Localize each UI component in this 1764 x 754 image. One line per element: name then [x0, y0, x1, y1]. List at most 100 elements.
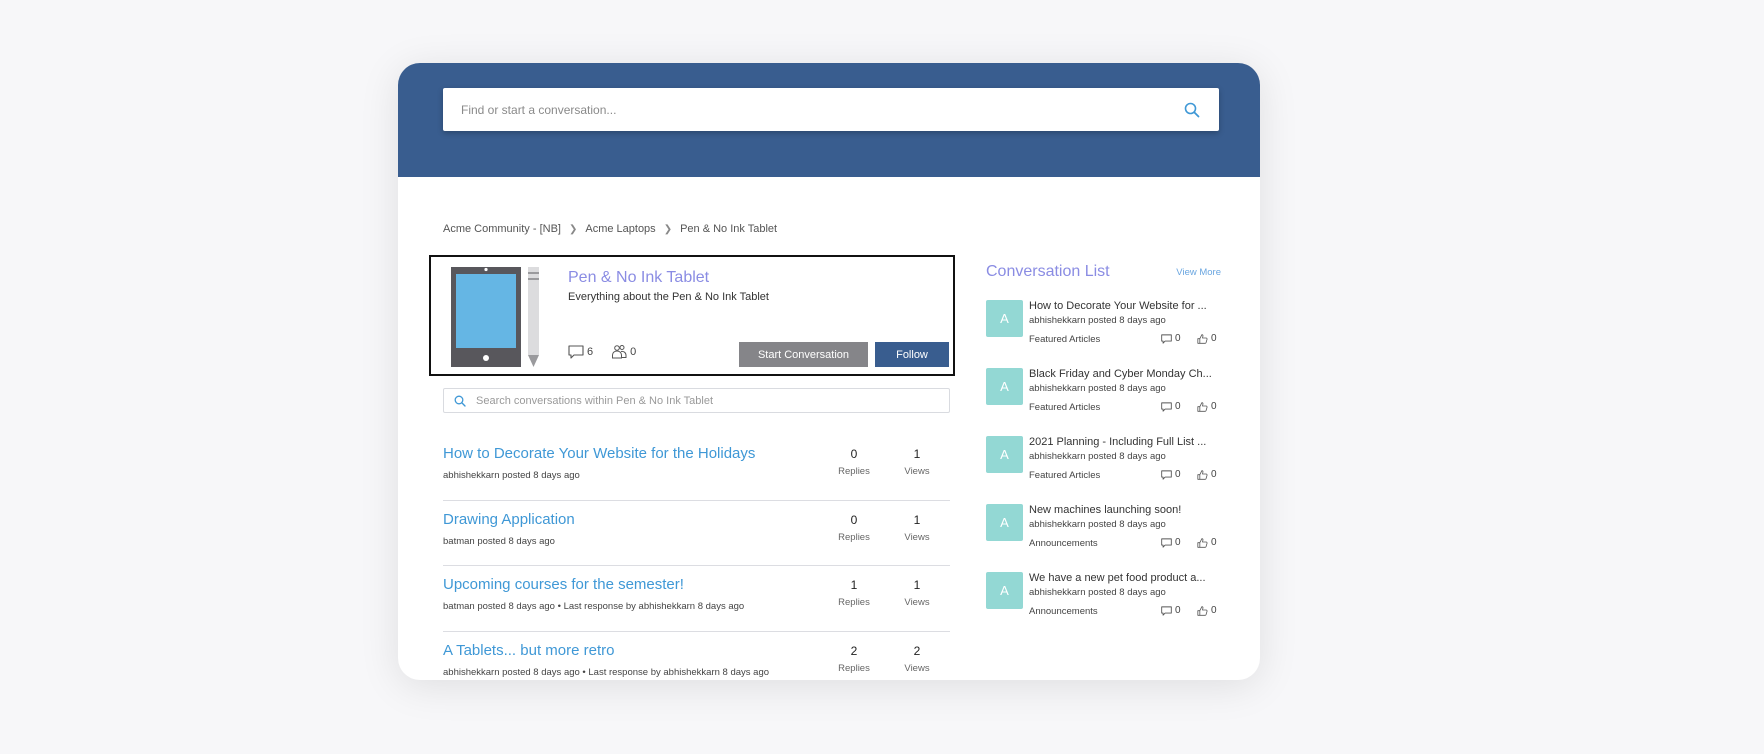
comments-count: 0 — [1175, 401, 1181, 412]
followers-icon — [612, 345, 627, 359]
comments-stat: 0 — [1161, 537, 1181, 548]
replies-stat: 0 Replies — [829, 447, 879, 477]
thread-title-link[interactable]: Drawing Application — [443, 511, 575, 528]
board-search-bar[interactable] — [443, 388, 950, 413]
thread-meta: abhishekkarn posted 8 days ago • Last re… — [443, 666, 770, 678]
views-stat: 2 Views — [892, 644, 942, 674]
sidebar-list-item: A Black Friday and Cyber Monday Ch... ab… — [986, 366, 1221, 434]
thread-title-link[interactable]: Upcoming courses for the semester! — [443, 576, 684, 593]
global-search-input[interactable] — [461, 102, 1183, 117]
sidebar-title: Conversation List — [986, 263, 1110, 280]
sidebar-item-meta: abhishekkarn posted 8 days ago — [1029, 587, 1166, 598]
thread-row: Upcoming courses for the semester! batma… — [443, 566, 950, 632]
conversations-stat: 6 — [568, 344, 593, 359]
thread-meta: batman posted 8 days ago • Last response… — [443, 601, 745, 612]
breadcrumb-item-current[interactable]: Pen & No Ink Tablet — [680, 223, 777, 235]
comment-icon — [1161, 469, 1172, 480]
sidebar-item-title[interactable]: We have a new pet food product a... — [1029, 572, 1206, 584]
view-more-link[interactable]: View More — [1176, 267, 1221, 278]
chevron-right-icon: ❯ — [568, 223, 578, 235]
comments-count: 0 — [1175, 537, 1181, 548]
avatar: A — [986, 436, 1023, 473]
likes-stat: 0 — [1197, 333, 1217, 344]
views-stat: 1 Views — [892, 513, 942, 543]
comments-stat: 0 — [1161, 333, 1181, 344]
comments-stat: 0 — [1161, 401, 1181, 412]
replies-label: Replies — [838, 531, 870, 543]
breadcrumb: Acme Community - [NB] ❯ Acme Laptops ❯ P… — [443, 223, 777, 235]
search-icon — [454, 395, 466, 407]
replies-label: Replies — [838, 662, 870, 674]
thumbs-up-icon — [1197, 401, 1208, 412]
replies-label: Replies — [838, 466, 870, 477]
replies-count: 1 — [850, 578, 858, 592]
likes-stat: 0 — [1197, 469, 1217, 480]
board-description: Everything about the Pen & No Ink Tablet — [568, 291, 769, 303]
comments-stat: 0 — [1161, 469, 1181, 480]
thread-meta: abhishekkarn posted 8 days ago — [443, 470, 580, 481]
avatar: A — [986, 572, 1023, 609]
sidebar-item-title[interactable]: How to Decorate Your Website for ... — [1029, 300, 1207, 312]
views-label: Views — [904, 597, 930, 608]
views-count: 2 — [913, 643, 921, 658]
views-label: Views — [904, 531, 930, 543]
breadcrumb-item-category[interactable]: Acme Laptops — [585, 223, 655, 235]
likes-stat: 0 — [1197, 537, 1217, 548]
avatar: A — [986, 368, 1023, 405]
thread-list: How to Decorate Your Website for the Hol… — [443, 435, 950, 680]
likes-stat: 0 — [1197, 401, 1217, 412]
comment-icon — [1161, 401, 1172, 412]
breadcrumb-item-community[interactable]: Acme Community - [NB] — [443, 223, 561, 235]
sidebar-item-meta: abhishekkarn posted 8 days ago — [1029, 519, 1166, 530]
sidebar-list: A How to Decorate Your Website for ... a… — [986, 298, 1221, 638]
replies-stat: 1 Replies — [829, 578, 879, 608]
board-header: Pen & No Ink Tablet Everything about the… — [429, 255, 955, 376]
chevron-right-icon: ❯ — [663, 223, 673, 235]
replies-label: Replies — [838, 597, 870, 608]
sidebar-item-category[interactable]: Featured Articles — [1029, 470, 1100, 481]
comments-count: 0 — [1175, 333, 1181, 344]
search-icon[interactable] — [1183, 101, 1201, 119]
sidebar-item-category[interactable]: Featured Articles — [1029, 334, 1100, 345]
thread-row: Drawing Application batman posted 8 days… — [443, 501, 950, 566]
views-label: Views — [904, 466, 930, 477]
comments-count: 0 — [1175, 469, 1181, 480]
sidebar-item-category[interactable]: Featured Articles — [1029, 402, 1100, 413]
board-search-input[interactable] — [476, 394, 939, 407]
sidebar-item-meta: abhishekkarn posted 8 days ago — [1029, 315, 1166, 326]
likes-count: 0 — [1211, 605, 1217, 616]
follow-button[interactable]: Follow — [875, 342, 949, 367]
sidebar-item-category[interactable]: Announcements — [1029, 606, 1098, 617]
comments-count: 0 — [1175, 605, 1181, 616]
sidebar-item-title[interactable]: Black Friday and Cyber Monday Ch... — [1029, 368, 1212, 380]
replies-stat: 2 Replies — [829, 644, 879, 674]
thread-title-link[interactable]: A Tablets... but more retro — [443, 642, 614, 659]
views-count: 1 — [913, 512, 921, 527]
sidebar-header: Conversation List View More — [986, 263, 1221, 281]
tablet-pen-illustration — [451, 267, 539, 367]
community-page: Acme Community - [NB] ❯ Acme Laptops ❯ P… — [398, 63, 1260, 680]
board-stats: 6 0 — [568, 344, 636, 359]
sidebar-item-title[interactable]: New machines launching soon! — [1029, 504, 1181, 516]
sidebar-item-category[interactable]: Announcements — [1029, 538, 1098, 549]
sidebar-list-item: A We have a new pet food product a... ab… — [986, 570, 1221, 638]
sidebar-list-item: A New machines launching soon! abhishekk… — [986, 502, 1221, 570]
replies-stat: 0 Replies — [829, 513, 879, 543]
sidebar-list-item: A 2021 Planning - Including Full List ..… — [986, 434, 1221, 502]
replies-count: 0 — [850, 447, 858, 461]
comment-icon — [1161, 537, 1172, 548]
global-search-bar[interactable] — [443, 88, 1219, 131]
replies-count: 2 — [850, 643, 858, 658]
thumbs-up-icon — [1197, 537, 1208, 548]
sidebar-list-item: A How to Decorate Your Website for ... a… — [986, 298, 1221, 366]
sidebar-item-title[interactable]: 2021 Planning - Including Full List ... — [1029, 436, 1206, 448]
likes-count: 0 — [1211, 401, 1217, 412]
thumbs-up-icon — [1197, 605, 1208, 616]
likes-stat: 0 — [1197, 605, 1217, 616]
avatar: A — [986, 504, 1023, 541]
thread-title-link[interactable]: How to Decorate Your Website for the Hol… — [443, 445, 755, 462]
thumbs-up-icon — [1197, 333, 1208, 344]
followers-count: 0 — [630, 345, 637, 358]
start-conversation-button[interactable]: Start Conversation — [739, 342, 868, 367]
sidebar-item-meta: abhishekkarn posted 8 days ago — [1029, 451, 1166, 462]
